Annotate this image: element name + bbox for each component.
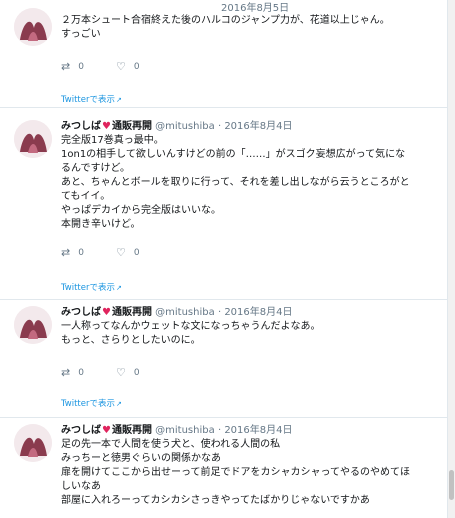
user-name[interactable]: みつしば (61, 121, 101, 132)
like-count: 0 (133, 61, 140, 72)
heart-icon: ♡ (115, 60, 126, 73)
tweet-text: 完全版17巻真っ最中。 1on1の相手して欲しいんすけどの前の「……」がスゴク妄… (61, 135, 410, 230)
avatar[interactable] (14, 8, 52, 46)
heart-icon: ♡ (115, 366, 126, 379)
retweet-count: 0 (78, 367, 84, 378)
retweet-icon: ⇄ (61, 366, 71, 379)
tweet-text: 一人称ってなんかウェットな文になっちゃうんだよなあ。 もっと、さらりとしたいのに… (61, 321, 321, 346)
tweet-text: 足の先一本で人間を使う犬と、使われる人間の私 みっちーと徳男ぐらいの関係かなあ … (61, 439, 410, 506)
retweet-button[interactable]: ⇄ 0 (61, 60, 84, 73)
retweet-count: 0 (78, 61, 84, 72)
view-on-twitter-link[interactable]: Twitterで表示↗ (61, 281, 122, 293)
user-handle[interactable]: @mitushiba (155, 425, 215, 436)
user-handle[interactable]: @mitushiba (155, 121, 215, 132)
view-on-twitter-label: Twitterで表示 (61, 399, 115, 409)
tweet: 2016年8月5日 ２万本シュート合宿終えた後のハルコのジャンプ力が、花道以上じ… (0, 0, 447, 108)
tweet: みつしば♥通販再開 @mitushiba · 2016年8月4日 完全版17巻真… (0, 114, 447, 300)
tweet-date[interactable]: 2016年8月4日 (224, 307, 292, 318)
like-button[interactable]: ♡ 0 (116, 366, 140, 379)
tweet-header: みつしば♥通販再開 @mitushiba · 2016年8月4日 (61, 425, 293, 436)
retweet-button[interactable]: ⇄ 0 (61, 366, 84, 379)
like-button[interactable]: ♡ 0 (116, 246, 140, 259)
tweet-date[interactable]: 2016年8月5日 (221, 3, 289, 14)
scrollbar[interactable] (448, 0, 455, 518)
pink-heart-icon: ♥ (102, 121, 111, 132)
external-link-icon: ↗ (116, 284, 122, 292)
pink-heart-icon: ♥ (102, 307, 111, 318)
avatar[interactable] (14, 306, 52, 344)
retweet-button[interactable]: ⇄ 0 (61, 246, 84, 259)
external-link-icon: ↗ (116, 96, 122, 104)
user-name[interactable]: みつしば (61, 425, 101, 436)
retweet-count: 0 (78, 247, 84, 258)
tweet-feed: 2016年8月5日 ２万本シュート合宿終えた後のハルコのジャンプ力が、花道以上じ… (0, 0, 448, 518)
view-on-twitter-link[interactable]: Twitterで表示↗ (61, 397, 122, 409)
tweet-actions: ⇄ 0 ♡ 0 (61, 366, 172, 379)
retweet-icon: ⇄ (61, 246, 71, 259)
avatar[interactable] (14, 424, 52, 462)
view-on-twitter-link[interactable]: Twitterで表示↗ (61, 93, 122, 105)
like-count: 0 (133, 367, 140, 378)
tweet-header: みつしば♥通販再開 @mitushiba · 2016年8月4日 (61, 307, 293, 318)
user-name-suffix[interactable]: 通販再開 (112, 425, 152, 436)
external-link-icon: ↗ (116, 400, 122, 408)
heart-icon: ♡ (115, 246, 126, 259)
tweet-actions: ⇄ 0 ♡ 0 (61, 60, 172, 73)
tweet: みつしば♥通販再開 @mitushiba · 2016年8月4日 足の先一本で人… (0, 418, 447, 518)
tweet: みつしば♥通販再開 @mitushiba · 2016年8月4日 一人称ってなん… (0, 300, 447, 418)
like-count: 0 (133, 247, 140, 258)
tweet-date[interactable]: 2016年8月4日 (224, 425, 292, 436)
like-button[interactable]: ♡ 0 (116, 60, 140, 73)
avatar[interactable] (14, 120, 52, 158)
tweet-actions: ⇄ 0 ♡ 0 (61, 246, 172, 259)
tweet-date[interactable]: 2016年8月4日 (224, 121, 292, 132)
user-name[interactable]: みつしば (61, 307, 101, 318)
view-on-twitter-label: Twitterで表示 (61, 283, 115, 293)
user-name-suffix[interactable]: 通販再開 (112, 307, 152, 318)
view-on-twitter-label: Twitterで表示 (61, 95, 115, 105)
pink-heart-icon: ♥ (102, 425, 111, 436)
user-handle[interactable]: @mitushiba (155, 307, 215, 318)
tweet-text: ２万本シュート合宿終えた後のハルコのジャンプ力が、花道以上じゃん。 すっごい (61, 15, 390, 40)
retweet-icon: ⇄ (61, 60, 71, 73)
tweet-header: みつしば♥通販再開 @mitushiba · 2016年8月4日 (61, 121, 293, 132)
scrollbar-thumb[interactable] (449, 470, 454, 500)
user-name-suffix[interactable]: 通販再開 (112, 121, 152, 132)
